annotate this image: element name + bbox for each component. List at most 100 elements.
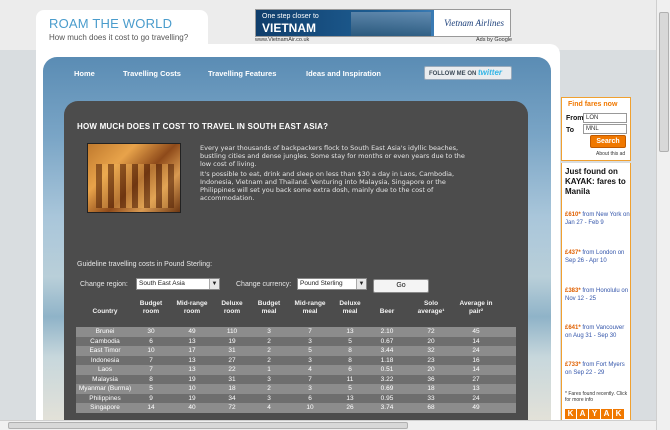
to-input[interactable]: MNL [583,124,627,134]
twitter-prefix: FOLLOW ME ON [429,71,477,77]
table-cell: 0.69 [380,385,394,392]
table-cell: 7 [149,366,153,373]
from-input[interactable]: LON [583,113,627,123]
horizontal-scroll-thumb[interactable] [8,422,408,429]
table-cell: 5 [348,337,352,345]
region-select[interactable]: South East Asia ▼ [136,278,220,290]
table-cell: 13 [346,328,354,335]
table-cell: 13 [188,337,196,345]
table-cell: 34 [228,394,236,402]
twitter-logo-icon: twitter [478,68,502,77]
site-subtitle: How much does it cost to go travelling? [49,33,189,42]
table-row: Indonesia 7 13 27 2 3 8 1.18 23 16 [76,355,516,365]
table-cell: 3.74 [380,404,394,411]
to-label: To [566,127,575,134]
col-country: Country [92,308,118,315]
kayak-logo-letter: K [613,409,624,419]
fares-title: Find fares now [568,101,618,108]
table-cell: Myanmar (Burma) [78,385,132,392]
table-cell: 23 [427,356,435,364]
region-label: Change region: [80,281,128,288]
nav-ideas-inspiration[interactable]: Ideas and Inspiration [306,69,381,78]
table-cell: Philippines [89,394,121,402]
table-cell: 9 [149,394,153,402]
table-cell: 72 [228,404,236,411]
table-cell: 5 [308,347,312,354]
table-cell: 45 [472,328,480,335]
horizontal-scrollbar[interactable] [0,420,656,430]
deal-item[interactable]: £437* from London on Sep 26 - Apr 10 [565,249,631,265]
table-cell: 3 [267,394,271,402]
follow-twitter-button[interactable]: FOLLOW ME ON twitter [424,66,512,80]
table-cell: 40 [188,404,196,411]
nav-travelling-features[interactable]: Travelling Features [208,69,276,78]
table-row: East Timor 10 17 31 2 5 8 3.44 32 24 [76,346,516,356]
kayak-deals-widget: Just found on KAYAK: fares to Manila £61… [561,163,631,430]
go-button[interactable]: Go [373,279,429,293]
currency-select-value: Pound Sterling [300,280,343,287]
vietnam-airlines-ad[interactable]: One step closer to VIETNAM Vietnam Airli… [255,9,511,37]
table-cell: Laos [97,366,113,373]
table-cell: 6 [149,337,153,345]
site-title[interactable]: ROAM THE WORLD [49,16,172,31]
currency-select[interactable]: Pound Sterling ▼ [297,278,367,290]
table-cell: Indonesia [90,356,120,364]
col-midrange-meal: Mid-range meal [294,300,326,315]
table-cell: 24 [472,394,480,402]
vertical-scrollbar[interactable] [656,0,670,430]
table-cell: 13 [472,385,480,392]
col-budget-room: Budget room [139,300,163,315]
table-cell: 3 [308,337,312,345]
table-cell: 19 [228,337,236,345]
buddha-statues-photo [87,143,181,213]
table-cell: 20 [427,337,435,345]
article-paragraph-1: Every year thousands of backpackers floc… [200,144,465,168]
table-cell: 7 [149,356,153,364]
deal-price: £610* [565,212,581,218]
table-cell: 14 [472,366,480,373]
table-cell: 8 [149,375,153,383]
nav-home[interactable]: Home [74,69,95,78]
ad-url-link[interactable]: www.VietnamAir.co.uk [255,37,309,43]
deal-item[interactable]: £383* from Honolulu on Nov 12 - 25 [565,287,631,303]
search-fares-button[interactable]: Search [590,135,626,148]
deal-item[interactable]: £733* from Fort Myers on Sep 22 - 29 [565,361,631,377]
deal-price: £641* [565,325,581,331]
col-beer: Beer [379,308,395,315]
col-deluxe-room: Deluxe room [221,300,243,315]
vertical-scroll-thumb[interactable] [659,12,669,152]
table-cell: 4 [267,404,271,411]
table-cell: Singapore [90,404,120,411]
table-cell: 2.10 [380,328,394,335]
ad-line2: VIETNAM [262,21,316,35]
article-paragraph-2: It's possible to eat, drink and sleep on… [200,170,455,202]
table-cell: 19 [188,394,196,402]
ads-by-google-link[interactable]: Ads by Google [476,37,512,43]
table-cell: 2 [267,347,271,354]
kayak-footnote: * Fares found recently. Click for more i… [565,391,628,403]
table-row: Malaysia 8 19 31 3 7 11 3.22 36 27 [76,374,516,384]
table-cell: 3 [267,328,271,335]
kayak-logo-letter: A [601,409,612,419]
table-cell: 10 [188,385,196,392]
table-cell: 7 [308,375,312,383]
kayak-headline[interactable]: Just found on KAYAK: fares to Manila [565,167,631,197]
about-ad-link[interactable]: About this ad [596,151,625,157]
table-cell: 33 [427,394,435,402]
table-cell: Brunei [95,328,115,335]
table-cell: 5 [149,385,153,392]
table-cell: 3.22 [380,375,394,383]
nav-travelling-costs[interactable]: Travelling Costs [123,69,181,78]
deal-price: £437* [565,250,581,256]
ad-image [351,12,431,36]
deal-item[interactable]: £610* from New York on Jan 27 - Feb 9 [565,211,631,227]
deal-item[interactable]: £641* from Vancouver on Aug 31 - Sep 30 [565,324,631,340]
table-cell: 3 [267,375,271,383]
table-cell: 3 [308,385,312,392]
kayak-logo[interactable]: K A Y A K [565,409,624,419]
deal-price: £383* [565,288,581,294]
table-cell: 11 [346,375,354,383]
table-cell: 72 [427,328,435,335]
table-cell: 22 [228,366,236,373]
table-cell: 14 [472,337,480,345]
